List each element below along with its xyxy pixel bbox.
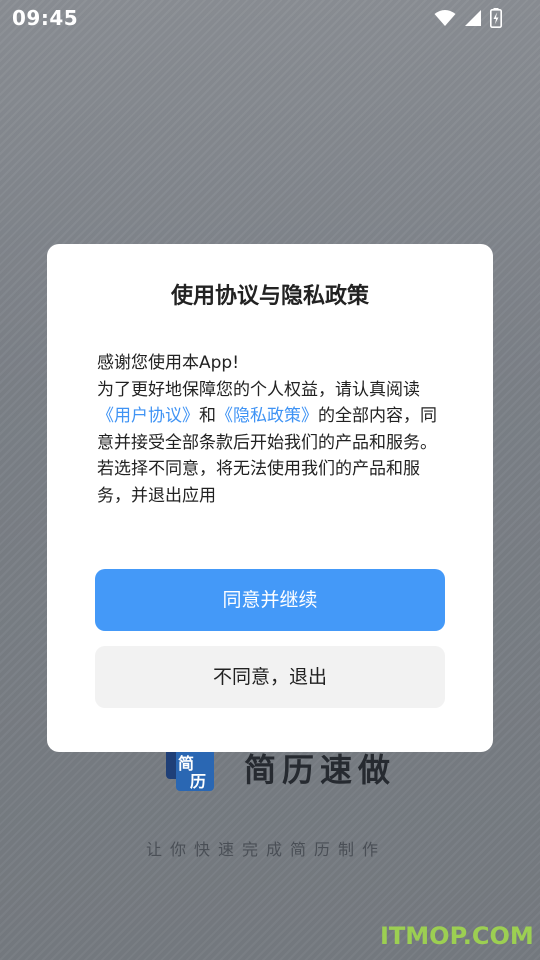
battery-charging-icon <box>490 8 502 28</box>
dialog-line-agreement: 为了更好地保障您的个人权益，请认真阅读《用户协议》和《隐私政策》的全部内容，同意… <box>97 377 447 457</box>
agreement-text-prefix: 为了更好地保障您的个人权益，请认真阅读 <box>97 379 420 400</box>
cell-signal-icon <box>465 10 481 26</box>
watermark: ITMOP.COM <box>380 922 534 950</box>
app-slogan: 让你快速完成简历制作 <box>146 840 387 859</box>
privacy-policy-link[interactable]: 《隐私政策》 <box>216 406 318 426</box>
status-time: 09:45 <box>12 6 79 30</box>
dialog-title: 使用协议与隐私政策 <box>170 284 369 309</box>
logo-char-bottom: 历 <box>190 772 206 791</box>
wifi-icon <box>434 10 456 26</box>
status-bar: 09:45 <box>0 0 540 36</box>
agree-continue-button[interactable]: 同意并继续 <box>95 569 445 631</box>
status-icons <box>434 8 502 28</box>
app-screen: 09:45 简 历 简历速做 让你快速完成简历制作 ITMOP.COM 使用协议… <box>0 0 540 960</box>
dialog-line-decline-notice: 若选择不同意，将无法使用我们的产品和服务，并退出应用 <box>97 459 420 506</box>
privacy-dialog: 使用协议与隐私政策 感谢您使用本App! 为了更好地保障您的个人权益，请认真阅读… <box>47 244 493 752</box>
logo-char-top: 简 <box>178 754 194 773</box>
dialog-body: 感谢您使用本App! 为了更好地保障您的个人权益，请认真阅读《用户协议》和《隐私… <box>97 350 447 509</box>
dialog-line-thanks: 感谢您使用本App! <box>97 353 240 373</box>
decline-exit-button[interactable]: 不同意，退出 <box>95 646 445 708</box>
user-agreement-link[interactable]: 《用户协议》 <box>97 406 199 426</box>
agreement-conjunction: 和 <box>199 406 216 426</box>
